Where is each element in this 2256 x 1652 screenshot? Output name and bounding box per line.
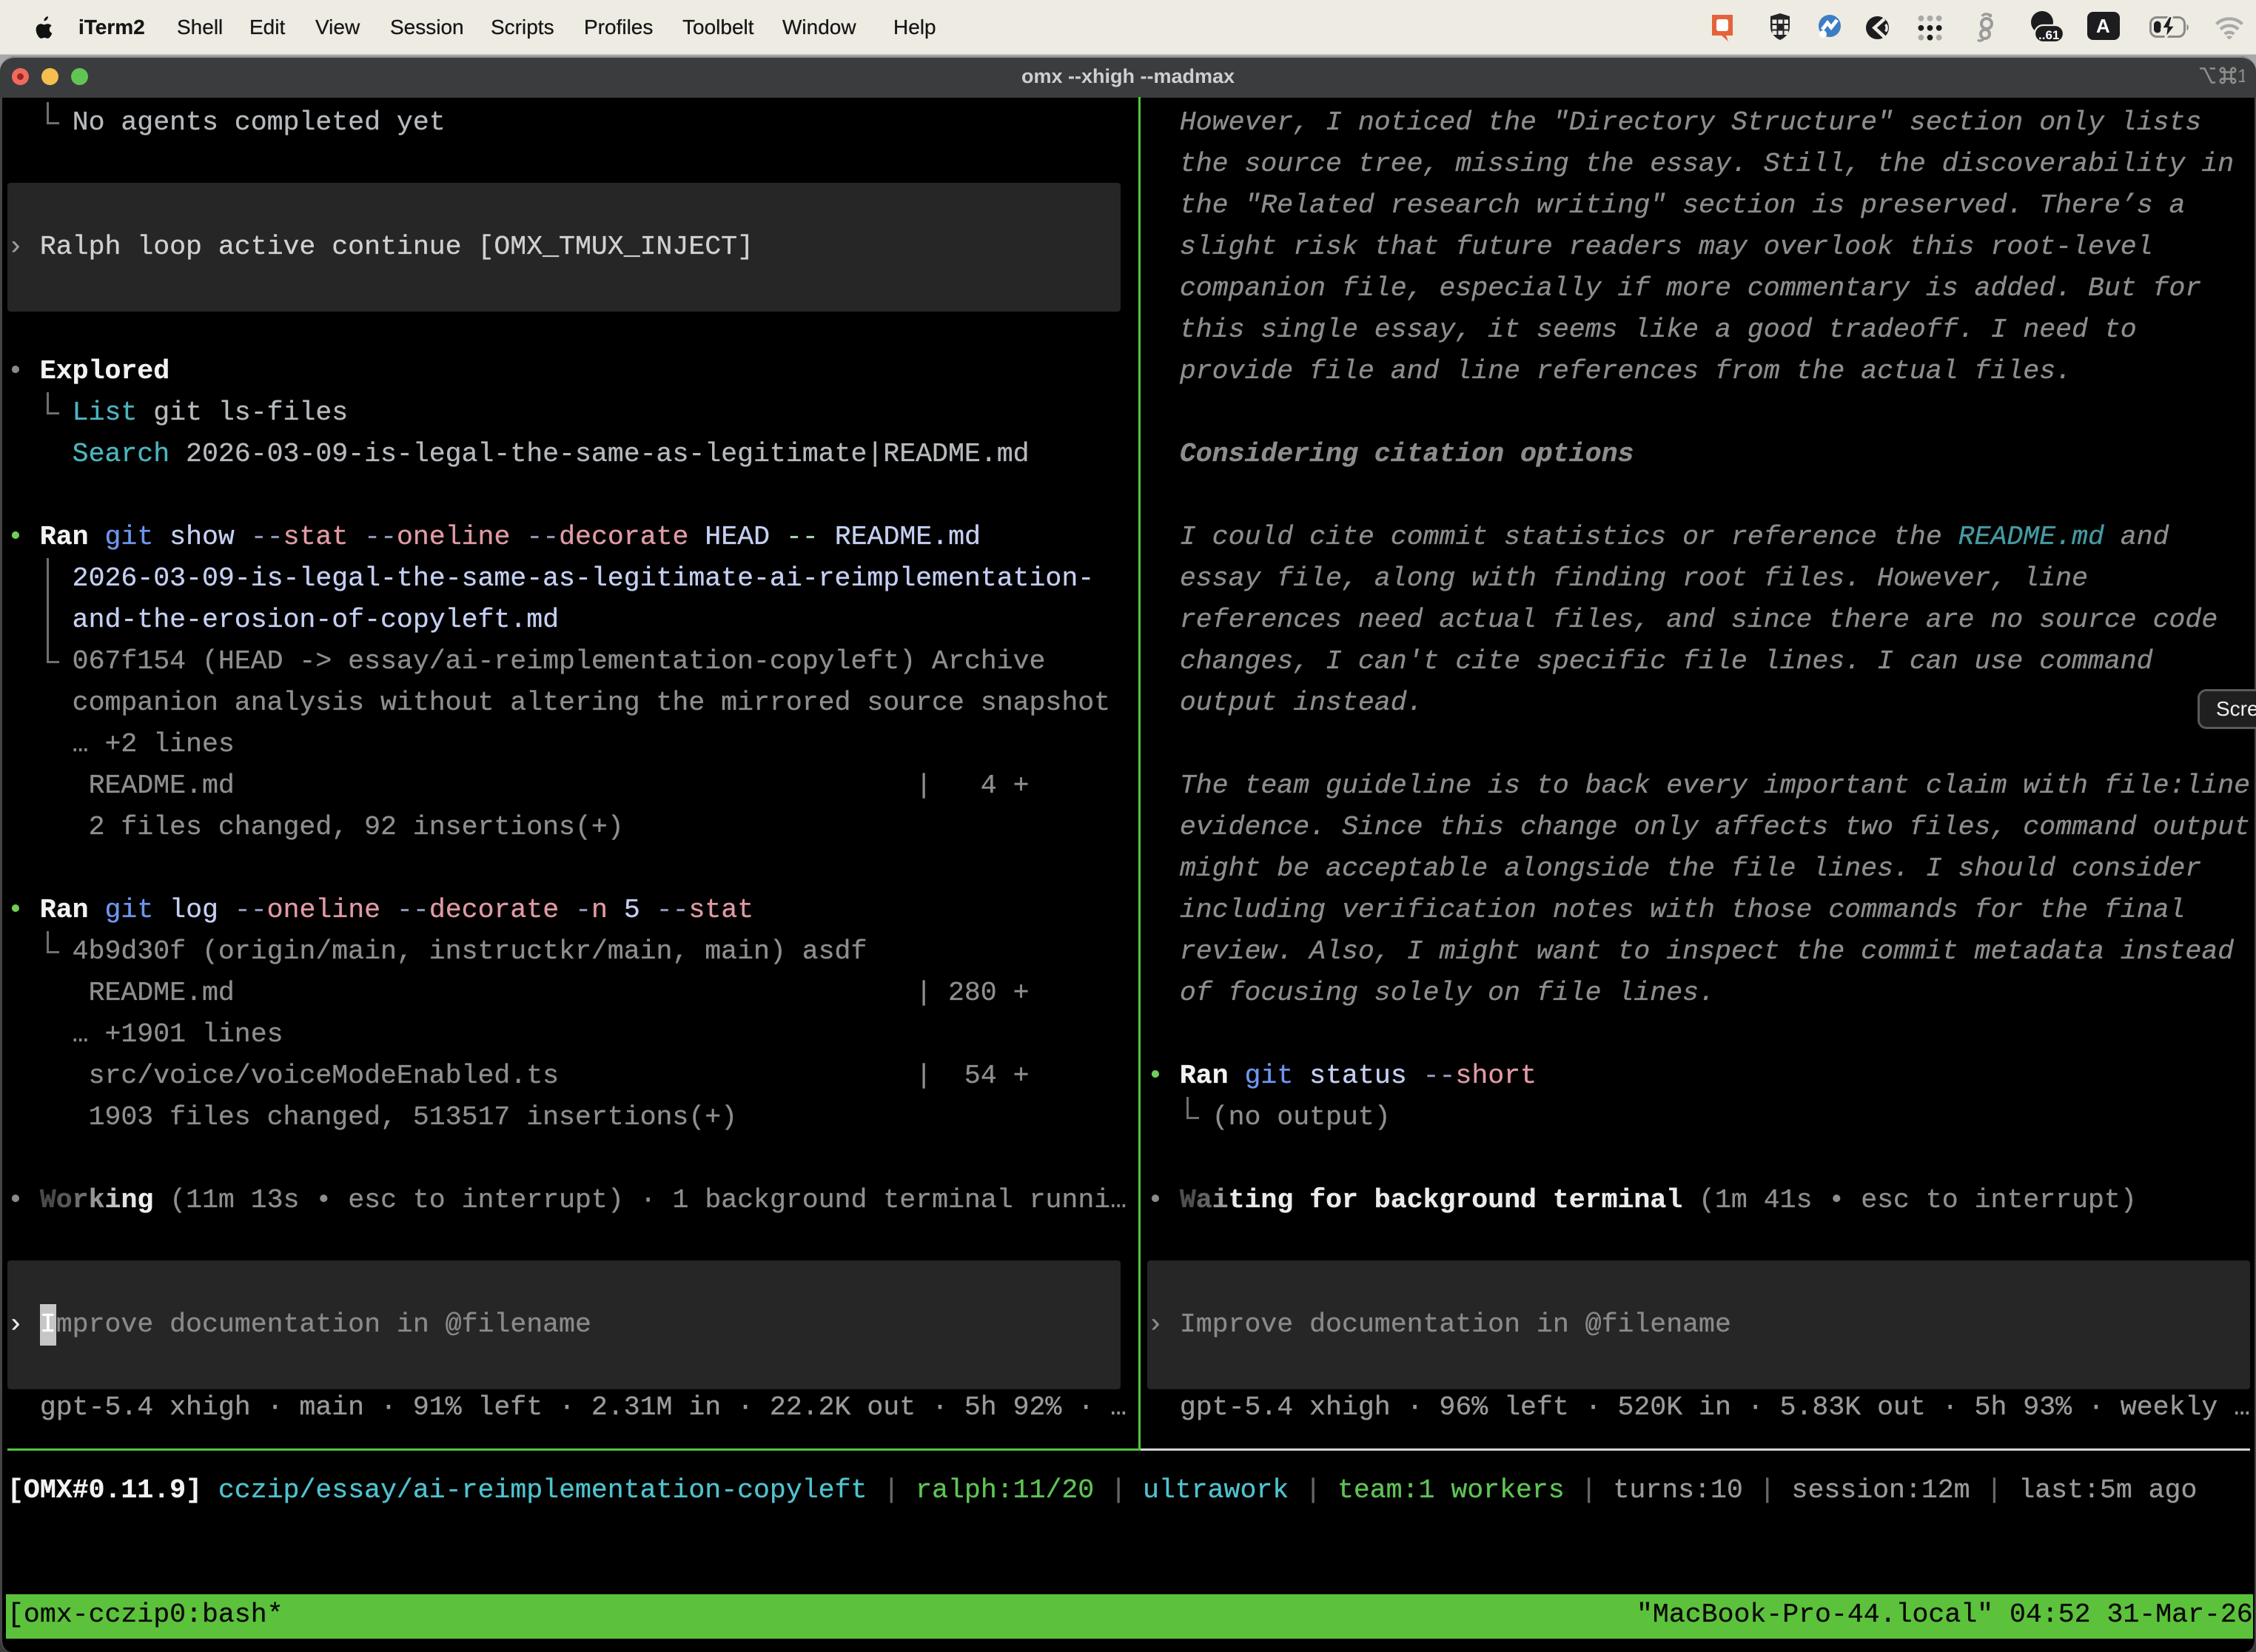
svg-text:A: A (2096, 15, 2110, 37)
svg-text:1: 1 (2237, 66, 2245, 85)
svg-text:..61: ..61 (2038, 28, 2059, 42)
